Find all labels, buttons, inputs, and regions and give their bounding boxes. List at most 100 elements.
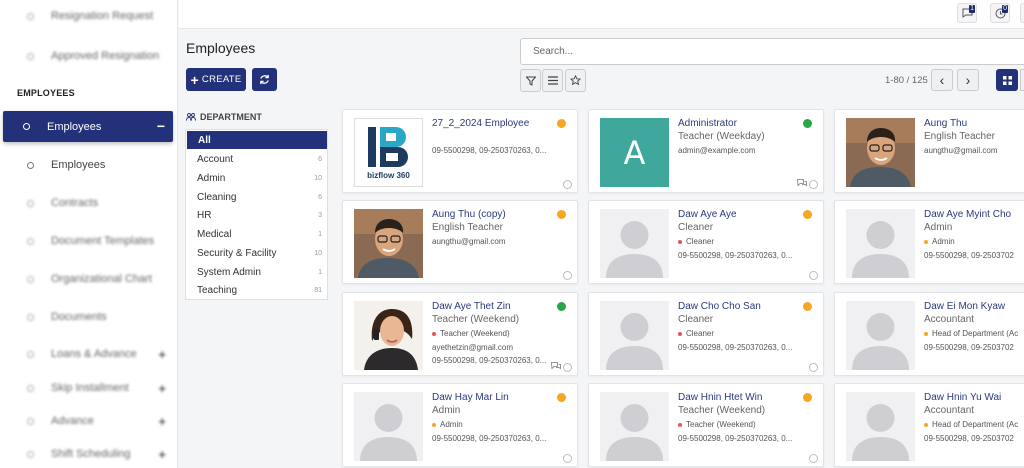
expand-icon[interactable]: +	[158, 414, 166, 429]
department-item-medical[interactable]: Medical 1	[186, 225, 327, 243]
employee-name[interactable]: 27_2_2024 Employee	[432, 118, 529, 129]
employee-photo[interactable]: A	[600, 118, 669, 187]
employee-card[interactable]: Daw Aye Thet Zin Teacher (Weekend) Teacher…	[342, 292, 578, 376]
employee-photo[interactable]	[846, 392, 915, 461]
employee-photo[interactable]	[354, 301, 423, 370]
department-item-account[interactable]: Account 6	[186, 150, 327, 168]
department-item-all[interactable]: All	[187, 131, 327, 149]
employee-card[interactable]: Daw Aye Myint Cho Admin Admin 09-5500298, 0…	[834, 200, 1024, 284]
department-item-system-admin[interactable]: System Admin 1	[186, 263, 327, 281]
employee-photo[interactable]	[600, 209, 669, 278]
status-indicator[interactable]	[803, 119, 812, 128]
sidebar-item-documents[interactable]: Documents	[0, 305, 178, 329]
employee-photo[interactable]	[354, 209, 423, 278]
employee-photo[interactable]	[354, 392, 423, 461]
employee-card[interactable]: Daw Hay Mar Lin Admin Admin 09-5500298, 09-…	[342, 383, 578, 467]
activity-clock-icon[interactable]	[563, 180, 572, 189]
expand-icon[interactable]: +	[158, 447, 166, 462]
sidebar-item-resignation-request[interactable]: Resignation Request	[0, 4, 178, 28]
activity-clock-icon[interactable]	[563, 363, 572, 372]
employee-name[interactable]: Daw Aye Aye	[678, 209, 737, 220]
employee-card[interactable]: Daw Ei Mon Kyaw Accountant Head of Departm…	[834, 292, 1024, 376]
employee-card[interactable]: bizflow 360 27_2_2024 Employee 09-5500298,…	[342, 109, 578, 193]
sidebar-item-employees[interactable]: Employees	[0, 153, 178, 177]
activity-button[interactable]: 0	[990, 3, 1010, 23]
employee-name[interactable]: Daw Aye Thet Zin	[432, 301, 511, 312]
sidebar-item-employees-group[interactable]: Employees −	[3, 111, 173, 142]
employee-photo[interactable]	[846, 209, 915, 278]
next-page-button[interactable]: ›	[957, 69, 979, 91]
employee-job-title: Accountant	[924, 405, 975, 416]
sidebar-item-loans-advance[interactable]: Loans & Advance +	[0, 342, 178, 366]
sidebar-item-shift-scheduling[interactable]: Shift Scheduling +	[0, 442, 178, 466]
employee-photo[interactable]: bizflow 360	[354, 118, 423, 187]
status-indicator[interactable]	[803, 393, 812, 402]
employee-name[interactable]: Aung Thu (copy)	[432, 209, 506, 220]
sidebar-item-skip-installment[interactable]: Skip Installment +	[0, 376, 178, 400]
employee-card[interactable]: A Administrator Teacher (Weekday) admin@exa…	[588, 109, 824, 193]
sidebar-item-organizational-chart[interactable]: Organizational Chart	[0, 267, 178, 291]
sidebar-item-advance[interactable]: Advance +	[0, 409, 178, 433]
department-item-admin[interactable]: Admin 10	[186, 169, 327, 187]
employee-card[interactable]: Daw Hnin Htet Win Teacher (Weekend) Teache…	[588, 383, 824, 467]
activity-clock-icon[interactable]	[809, 180, 818, 189]
employee-name[interactable]: Daw Hnin Yu Wai	[924, 392, 1001, 403]
sidebar-item-contracts[interactable]: Contracts	[0, 191, 178, 215]
activity-clock-icon[interactable]	[809, 454, 818, 463]
group-by-button[interactable]	[542, 69, 563, 92]
user-menu-button[interactable]	[1020, 3, 1024, 23]
status-indicator[interactable]	[557, 393, 566, 402]
department-item-cleaning[interactable]: Cleaning 6	[186, 188, 327, 206]
employee-name[interactable]: Daw Hay Mar Lin	[432, 392, 509, 403]
department-item-teaching[interactable]: Teaching 81	[186, 281, 327, 299]
employee-job-title: Accountant	[924, 314, 975, 325]
employee-name[interactable]: Administrator	[678, 118, 737, 129]
activity-clock-icon[interactable]	[809, 363, 818, 372]
previous-page-button[interactable]: ‹	[931, 69, 953, 91]
expand-icon[interactable]: +	[158, 381, 166, 396]
employee-card[interactable]: Aung Thu English Teacher aungthu@gmail.com	[834, 109, 1024, 193]
favorites-button[interactable]	[565, 69, 586, 92]
employee-photo[interactable]	[600, 392, 669, 461]
messages-button[interactable]: 1	[957, 3, 977, 23]
search-input[interactable]: Search...	[520, 38, 1024, 65]
activity-clock-icon[interactable]	[563, 454, 572, 463]
activity-clock-icon[interactable]	[563, 271, 572, 280]
employee-card[interactable]: Daw Hnin Yu Wai Accountant Head of Departm…	[834, 383, 1024, 467]
employee-card[interactable]: Daw Aye Aye Cleaner Cleaner 09-5500298, 09-…	[588, 200, 824, 284]
sidebar-item-document-templates[interactable]: Document Templates	[0, 229, 178, 253]
department-count: 6	[318, 193, 322, 201]
kanban-view-button[interactable]	[996, 69, 1018, 91]
employee-name[interactable]: Daw Ei Mon Kyaw	[924, 301, 1005, 312]
refresh-button[interactable]	[252, 68, 277, 91]
filter-button[interactable]	[520, 69, 541, 92]
employee-photo[interactable]	[846, 301, 915, 370]
employee-card[interactable]: Aung Thu (copy) English Teacher aungthu@gm…	[342, 200, 578, 284]
status-indicator[interactable]	[803, 210, 812, 219]
chat-icon[interactable]	[797, 179, 807, 189]
employee-name[interactable]: Daw Cho Cho San	[678, 301, 761, 312]
employee-contact: 09-5500298, 09-250370263, 0...	[432, 434, 547, 443]
employee-name[interactable]: Daw Aye Myint Cho	[924, 209, 1011, 220]
collapse-icon[interactable]: −	[157, 118, 165, 134]
department-header: DEPARTMENT	[186, 112, 262, 122]
sidebar-item-approved-resignation[interactable]: Approved Resignation	[0, 44, 178, 68]
status-indicator[interactable]	[557, 119, 566, 128]
status-indicator[interactable]	[557, 210, 566, 219]
department-item-security-facility[interactable]: Security & Facility 10	[186, 244, 327, 262]
chat-icon[interactable]	[551, 362, 561, 372]
employee-card[interactable]: Daw Cho Cho San Cleaner Cleaner 09-5500298,…	[588, 292, 824, 376]
list-view-button[interactable]	[1020, 69, 1024, 91]
employee-photo[interactable]	[846, 118, 915, 187]
department-count: 10	[314, 249, 322, 257]
employee-name[interactable]: Aung Thu	[924, 118, 967, 129]
status-indicator[interactable]	[803, 302, 812, 311]
department-item-hr[interactable]: HR 3	[186, 206, 327, 224]
employee-photo[interactable]	[600, 301, 669, 370]
create-button[interactable]: + CREATE	[186, 68, 246, 91]
activity-clock-icon[interactable]	[809, 271, 818, 280]
status-indicator[interactable]	[557, 302, 566, 311]
expand-icon[interactable]: +	[158, 347, 166, 362]
employee-name[interactable]: Daw Hnin Htet Win	[678, 392, 762, 403]
pager-value[interactable]: 1-80 / 125	[885, 75, 928, 86]
